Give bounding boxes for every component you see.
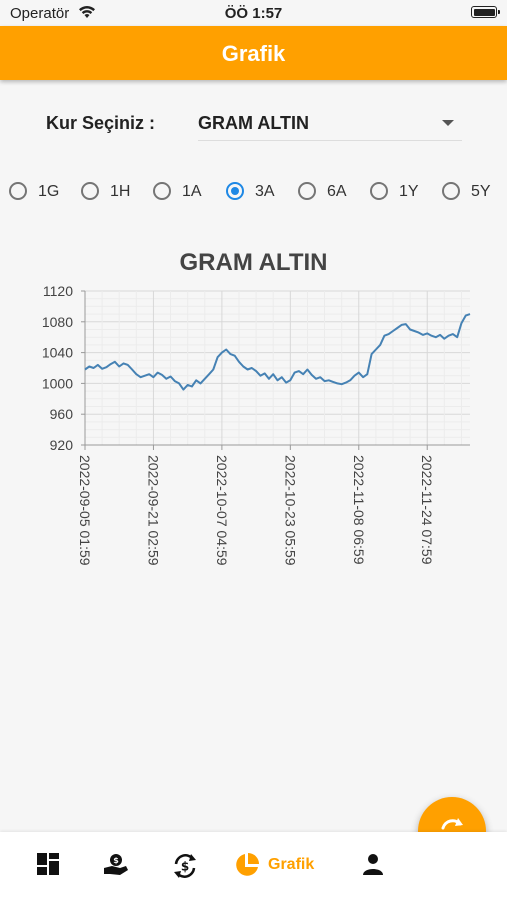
app-bar: Grafik (0, 26, 507, 80)
bottom-navigation: $ $ Grafik (0, 832, 507, 900)
nav-exchange[interactable]: $ (171, 852, 199, 880)
radio-unchecked-icon (81, 182, 99, 200)
nav-grafik-label: Grafik (268, 856, 315, 873)
x-tick-label: 2022-10-07 04:59 (214, 455, 230, 566)
y-tick-label: 1000 (42, 375, 73, 391)
currency-dropdown[interactable]: GRAM ALTIN (198, 106, 462, 141)
nav-grafik[interactable]: Grafik (234, 852, 314, 880)
period-radio-label: 6A (327, 183, 347, 200)
radio-checked-icon (226, 182, 244, 200)
price-line-chart: 920 960 1000 1040 1080 1120 2022-09-05 01:59 20… (42, 283, 471, 566)
radio-unchecked-icon (9, 182, 27, 200)
svg-text:$: $ (181, 860, 189, 874)
dashboard-icon (37, 853, 59, 875)
person-icon (363, 854, 383, 875)
period-radio-label: 3A (255, 183, 275, 200)
currency-dropdown-value: GRAM ALTIN (198, 113, 309, 133)
period-radio-label: 1H (110, 183, 131, 200)
y-tick-label: 1040 (42, 345, 73, 361)
pie-chart-icon (236, 853, 259, 876)
nav-profile[interactable] (361, 852, 385, 880)
x-tick-label: 2022-11-24 07:59 (419, 455, 435, 565)
period-radio-label: 1Y (399, 183, 419, 200)
radio-unchecked-icon (370, 182, 388, 200)
nav-dashboard[interactable] (36, 852, 60, 880)
y-tick-label: 1120 (43, 283, 73, 299)
chart-title: GRAM ALTIN (179, 249, 328, 276)
series-line (84, 313, 471, 391)
currency-exchange-icon: $ (174, 854, 196, 878)
status-time: ÖÖ 1:57 (224, 5, 283, 22)
currency-select-label: Kur Seçiniz : (46, 113, 156, 133)
y-tick-label: 920 (50, 437, 74, 453)
x-tick-label: 2022-09-05 01:59 (77, 455, 93, 566)
y-tick-label: 1080 (42, 314, 73, 330)
dropdown-arrow-icon (442, 120, 454, 126)
status-bar: Operatör ÖÖ 1:57 (0, 0, 507, 26)
x-tick-label: 2022-10-23 05:59 (282, 455, 298, 566)
svg-text:$: $ (113, 856, 119, 865)
period-radio-label: 5Y (471, 183, 491, 200)
nav-money[interactable]: $ (102, 852, 130, 880)
x-tick-label: 2022-09-21 02:59 (145, 455, 161, 566)
radio-unchecked-icon (153, 182, 171, 200)
battery-icon (471, 6, 500, 18)
period-radio-label: 1G (38, 183, 60, 200)
x-tick-label: 2022-11-08 06:59 (351, 455, 367, 565)
radio-unchecked-icon (298, 182, 316, 200)
period-radio-group: 1G 1H 1A 3A 6A 1Y 5Y (0, 180, 507, 206)
money-hand-icon: $ (104, 854, 128, 875)
radio-unchecked-icon (442, 182, 460, 200)
y-tick-label: 960 (50, 406, 74, 422)
page-title: Grafik (221, 41, 286, 66)
period-radio-label: 1A (182, 183, 202, 200)
